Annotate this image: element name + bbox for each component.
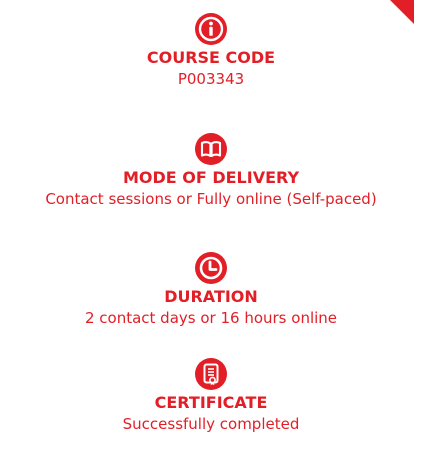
- course-code-block: COURSE CODE P003343: [0, 12, 422, 89]
- certificate-block: CERTIFICATE Successfully completed: [0, 357, 422, 434]
- course-info-list: COURSE CODE P003343 MODE OF DELIVERY Con…: [0, 0, 422, 463]
- mode-of-delivery-value: Contact sessions or Fully online (Self-p…: [45, 190, 377, 208]
- book-icon: [194, 132, 228, 166]
- mode-of-delivery-block: MODE OF DELIVERY Contact sessions or Ful…: [0, 132, 422, 209]
- course-code-label: COURSE CODE: [146, 48, 276, 67]
- mode-of-delivery-label: MODE OF DELIVERY: [122, 168, 300, 187]
- clock-icon: [194, 251, 228, 285]
- course-code-value: P003343: [177, 70, 245, 88]
- info-icon: [194, 12, 228, 46]
- certificate-icon: [194, 357, 228, 391]
- duration-value: 2 contact days or 16 hours online: [84, 309, 338, 327]
- certificate-value: Successfully completed: [122, 415, 300, 433]
- certificate-label: CERTIFICATE: [154, 393, 268, 412]
- duration-label: DURATION: [164, 287, 258, 306]
- duration-block: DURATION 2 contact days or 16 hours onli…: [0, 251, 422, 328]
